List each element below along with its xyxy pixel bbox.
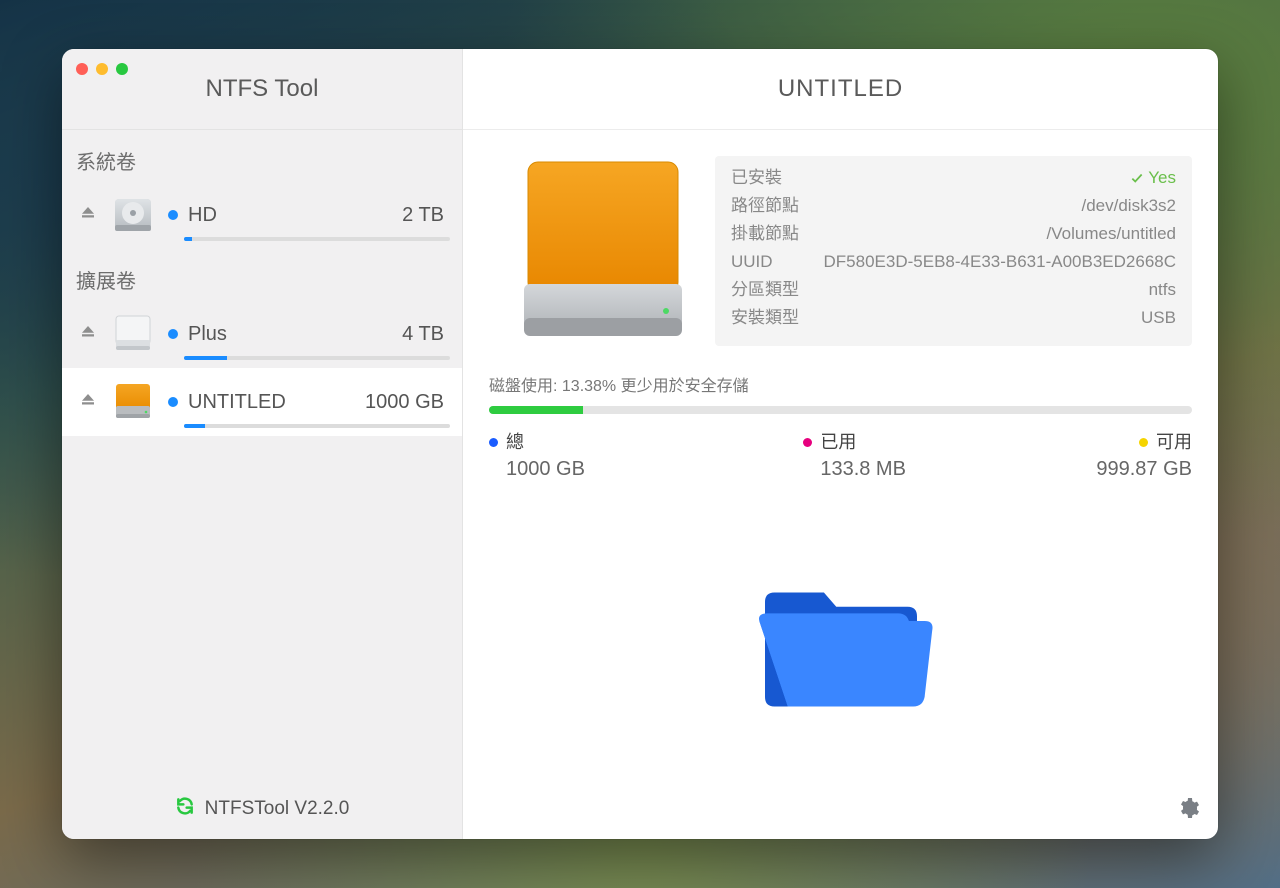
usage-bar: [184, 424, 450, 428]
main-panel: UNTITLED 已安裝: [463, 49, 1218, 839]
drive-icon-large: [513, 156, 693, 346]
minimize-button[interactable]: [96, 63, 108, 75]
total-dot: [489, 438, 498, 447]
maximize-button[interactable]: [116, 63, 128, 75]
volume-row-untitled[interactable]: UNTITLED 1000 GB: [62, 368, 462, 436]
refresh-icon[interactable]: [175, 796, 195, 822]
status-dot: [168, 210, 178, 220]
info-table: 已安裝 Yes 路徑節點 /dev/disk3s2 掛載節點 /Volumes/…: [715, 156, 1192, 346]
volume-size: 1000 GB: [365, 391, 450, 414]
used-dot: [803, 438, 812, 447]
info-mount-label: 掛載節點: [731, 220, 799, 248]
used-label: 已用: [820, 432, 856, 452]
avail-label: 可用: [1156, 432, 1192, 452]
section-system-label: 系統卷: [62, 130, 462, 181]
info-partition-value: ntfs: [1149, 276, 1176, 304]
settings-button[interactable]: [1176, 796, 1200, 825]
used-value: 133.8 MB: [803, 458, 997, 481]
volume-size: 4 TB: [402, 323, 450, 346]
usage-bar: [184, 356, 450, 360]
volume-name: UNTITLED: [188, 391, 286, 414]
info-mounted-value: Yes: [1130, 164, 1176, 192]
info-path-value: /dev/disk3s2: [1082, 192, 1177, 220]
footer-version: NTFSTool V2.2.0: [205, 798, 350, 820]
total-label: 總: [506, 432, 524, 452]
info-uuid-value: DF580E3D-5EB8-4E33-B631-A00B3ED2668C: [824, 248, 1176, 276]
info-install-label: 安裝類型: [731, 304, 799, 332]
usage-legend: 總 1000 GB 已用 133.8 MB 可用 999.87 GB: [489, 428, 1192, 481]
sidebar-footer: NTFSTool V2.2.0: [62, 779, 462, 839]
info-mounted-label: 已安裝: [731, 164, 782, 192]
status-dot: [168, 397, 178, 407]
status-dot: [168, 329, 178, 339]
avail-value: 999.87 GB: [998, 458, 1192, 481]
eject-button[interactable]: [68, 391, 108, 414]
volume-row-plus[interactable]: Plus 4 TB: [62, 300, 462, 368]
volume-row-hd[interactable]: HD 2 TB: [62, 181, 462, 249]
main-title: UNTITLED: [463, 49, 1218, 130]
open-folder-button[interactable]: [463, 481, 1218, 839]
external-drive-icon: [108, 309, 158, 359]
external-drive-orange-icon: [108, 377, 158, 427]
internal-drive-icon: [108, 190, 158, 240]
info-install-value: USB: [1141, 304, 1176, 332]
sidebar: NTFS Tool 系統卷 HD: [62, 49, 463, 839]
section-ext-label: 擴展卷: [62, 249, 462, 300]
volume-name: Plus: [188, 323, 227, 346]
window-controls: [76, 63, 128, 75]
info-mount-value: /Volumes/untitled: [1047, 220, 1176, 248]
eject-button[interactable]: [68, 204, 108, 227]
usage-bar: [184, 237, 450, 241]
total-value: 1000 GB: [489, 458, 683, 481]
close-button[interactable]: [76, 63, 88, 75]
app-window: NTFS Tool 系統卷 HD: [62, 49, 1218, 839]
disk-usage-label: 磁盤使用: 13.38% 更少用於安全存儲: [489, 372, 1192, 396]
avail-dot: [1139, 438, 1148, 447]
info-partition-label: 分區類型: [731, 276, 799, 304]
app-title: NTFS Tool: [62, 49, 462, 130]
disk-usage-bar: [489, 406, 1192, 414]
info-uuid-label: UUID: [731, 248, 773, 276]
info-path-label: 路徑節點: [731, 192, 799, 220]
volume-size: 2 TB: [402, 204, 450, 227]
volume-name: HD: [188, 204, 217, 227]
eject-button[interactable]: [68, 323, 108, 346]
